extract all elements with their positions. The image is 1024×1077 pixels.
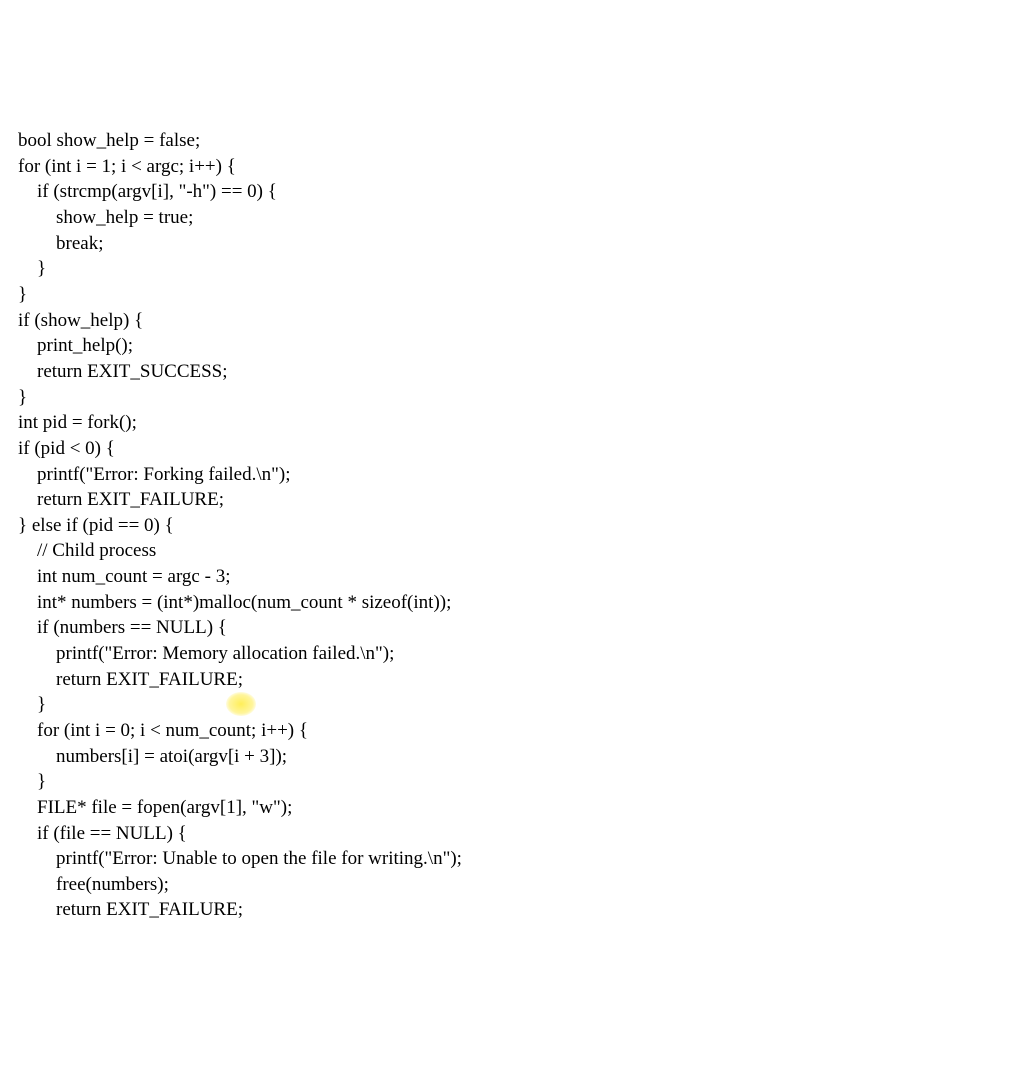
code-line: for (int i = 0; i < num_count; i++) { bbox=[18, 720, 308, 741]
code-line: free(numbers); bbox=[18, 874, 169, 895]
code-line: } else if (pid == 0) { bbox=[18, 515, 174, 536]
code-line: int pid = fork(); bbox=[18, 412, 137, 433]
code-line: return EXIT_FAILURE; bbox=[18, 669, 243, 690]
code-line: printf("Error: Memory allocation failed.… bbox=[18, 643, 394, 664]
code-line: numbers[i] = atoi(argv[i + 3]); bbox=[18, 746, 287, 767]
code-line: for (int i = 1; i < argc; i++) { bbox=[18, 156, 236, 177]
cursor-highlight bbox=[226, 692, 256, 716]
code-line: show_help = true; bbox=[18, 207, 193, 228]
code-line: } bbox=[18, 771, 46, 792]
code-line: } bbox=[18, 694, 46, 715]
code-line: if (pid < 0) { bbox=[18, 438, 115, 459]
code-line: if (numbers == NULL) { bbox=[18, 617, 227, 638]
code-line: if (strcmp(argv[i], "-h") == 0) { bbox=[18, 181, 277, 202]
code-line: // Child process bbox=[18, 540, 156, 561]
code-line: print_help(); bbox=[18, 335, 133, 356]
code-line: } bbox=[18, 284, 27, 305]
code-line: printf("Error: Unable to open the file f… bbox=[18, 848, 462, 869]
code-line: return EXIT_FAILURE; bbox=[18, 489, 224, 510]
code-line: bool show_help = false; bbox=[18, 130, 200, 151]
code-line: printf("Error: Forking failed.\n"); bbox=[18, 464, 290, 485]
code-line: int* numbers = (int*)malloc(num_count * … bbox=[18, 592, 451, 613]
code-line: } bbox=[18, 258, 46, 279]
code-line: int num_count = argc - 3; bbox=[18, 566, 230, 587]
code-line: } bbox=[18, 387, 27, 408]
code-block: bool show_help = false; for (int i = 1; … bbox=[0, 103, 1024, 949]
code-line: FILE* file = fopen(argv[1], "w"); bbox=[18, 797, 292, 818]
code-line: return EXIT_SUCCESS; bbox=[18, 361, 228, 382]
code-line: break; bbox=[18, 233, 103, 254]
code-line: return EXIT_FAILURE; bbox=[18, 899, 243, 920]
code-line: if (file == NULL) { bbox=[18, 823, 187, 844]
code-line: if (show_help) { bbox=[18, 310, 143, 331]
